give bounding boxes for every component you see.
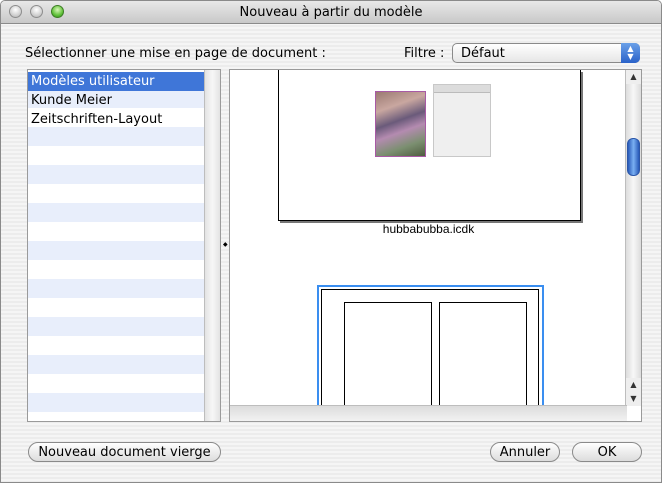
list-scrollbar[interactable] <box>204 70 220 421</box>
select-layout-label: Sélectionner une mise en page de documen… <box>25 46 326 61</box>
list-item-user-templates[interactable]: Modèles utilisateur <box>28 72 206 91</box>
new-blank-document-button[interactable]: Nouveau document vierge <box>28 442 221 462</box>
blank-template-thumbnail[interactable] <box>317 285 544 414</box>
template-preview: hubbabubba.icdk ▲ ▲ ▼ <box>229 69 642 422</box>
filter-popup[interactable]: Défaut ▲ ▼ <box>452 43 640 63</box>
new-from-template-dialog: Nouveau à partir du modèle Sélectionner … <box>0 0 662 483</box>
template-list[interactable]: Modèles utilisateur Kunde Meier Zeitschr… <box>27 69 221 422</box>
template-thumbnail[interactable] <box>278 70 581 221</box>
preview-vertical-scrollbar[interactable]: ▲ ▲ ▼ <box>625 70 641 406</box>
scroll-up-icon[interactable]: ▲ <box>626 70 641 84</box>
thumbnail-screenshot-bar <box>434 85 490 93</box>
ok-button[interactable]: OK <box>572 442 642 462</box>
list-item-zeitschriften-layout[interactable]: Zeitschriften-Layout <box>28 110 206 129</box>
thumbnail-screenshot <box>433 84 491 157</box>
title-bar: Nouveau à partir du modèle <box>1 1 661 24</box>
page-column-right <box>439 302 527 413</box>
updown-arrows-icon: ▲ ▼ <box>621 43 640 63</box>
thumbnail-photo <box>375 91 426 157</box>
splitter-handle-icon[interactable]: ◆ <box>223 241 228 248</box>
preview-horizontal-scrollbar[interactable] <box>230 405 627 421</box>
scroll-thumb[interactable] <box>627 138 640 176</box>
filter-value: Défaut <box>461 46 505 61</box>
blank-page-frame <box>321 289 539 413</box>
cancel-button[interactable]: Annuler <box>490 442 560 462</box>
filter-label: Filtre : <box>404 46 445 61</box>
page-column-left <box>344 302 432 413</box>
scroll-up-icon-bottom[interactable]: ▲ <box>626 378 641 392</box>
window-title: Nouveau à partir du modèle <box>239 5 423 20</box>
template-caption: hubbabubba.icdk <box>382 222 475 236</box>
scroll-down-icon[interactable]: ▼ <box>626 392 641 406</box>
list-item-kunde-meier[interactable]: Kunde Meier <box>28 91 206 110</box>
